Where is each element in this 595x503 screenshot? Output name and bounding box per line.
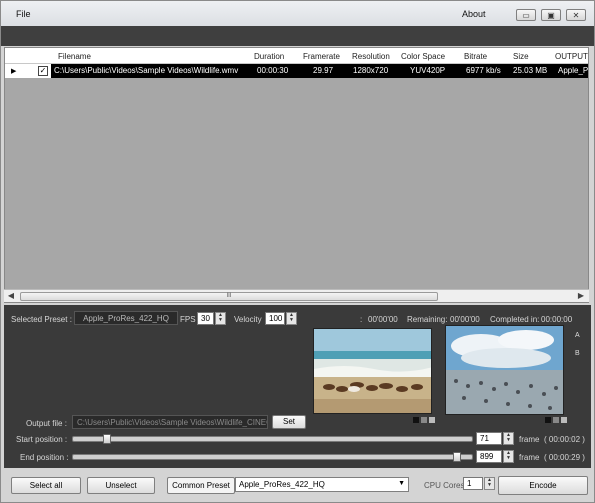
cpu-cores-spinner[interactable]: ▲ ▼	[484, 477, 495, 490]
completed-value: 00:00:00	[541, 315, 573, 324]
cell-size: 25.03 MB	[513, 66, 548, 75]
col-filename[interactable]: Filename	[58, 52, 91, 61]
start-slider-handle[interactable]	[103, 434, 112, 444]
start-position-label: Start position :	[16, 435, 68, 444]
remaining-label: Remaining:	[407, 315, 448, 324]
fps-label: FPS	[180, 315, 196, 324]
col-bitrate[interactable]: Bitrate	[464, 52, 487, 61]
preset-select[interactable]: Apple_ProRes_422_HQ ▼	[235, 477, 409, 492]
selected-preset-label: Selected Preset :	[11, 315, 72, 324]
end-frame-unit: frame	[519, 453, 540, 462]
cell-filename: C:\Users\Public\Videos\Sample Videos\Wil…	[54, 66, 239, 75]
row-selection: C:\Users\Public\Videos\Sample Videos\Wil…	[51, 64, 588, 78]
cell-framerate: 29.97	[313, 66, 334, 75]
common-preset-label: Common Preset	[167, 477, 235, 494]
chevron-down-icon: ▼	[398, 480, 405, 487]
preview-b-swatch-3	[561, 417, 567, 423]
preview-a-image	[313, 328, 432, 414]
row-checkbox[interactable]: ✓	[38, 66, 48, 76]
scroll-right-icon[interactable]: ▶	[575, 291, 587, 302]
fps-input[interactable]: 30	[197, 312, 214, 325]
cell-resolution: 1280x720	[353, 66, 389, 75]
col-resolution[interactable]: Resolution	[352, 52, 390, 61]
output-file-field[interactable]: C:\Users\Public\Videos\Sample Videos\Wil…	[72, 415, 268, 429]
end-slider-handle[interactable]	[453, 452, 462, 462]
unselect-button[interactable]: Unselect	[87, 477, 155, 494]
end-slider-track[interactable]	[72, 454, 473, 460]
end-time: ( 00:00:29 )	[544, 453, 585, 462]
preview-b-image	[445, 325, 564, 415]
horizontal-scrollbar[interactable]: ◀ III ▶	[4, 289, 589, 302]
preview-b-swatch-2	[553, 417, 559, 423]
scroll-thumb[interactable]: III	[20, 292, 438, 301]
row-pointer-icon: ▶	[11, 68, 17, 75]
scroll-left-icon[interactable]: ◀	[5, 291, 17, 302]
col-output[interactable]: OUTPUT	[555, 52, 588, 61]
time-separator: :	[360, 315, 363, 324]
minimize-button[interactable]: ▭	[516, 9, 536, 21]
title-bar: File About ▭ ▣ ✕	[1, 1, 594, 26]
velocity-label: Velocity	[234, 315, 262, 324]
footer-bar: Select all Unselect Common Preset Apple_…	[1, 470, 594, 502]
maximize-button[interactable]: ▣	[541, 9, 561, 21]
toolbar-strip	[1, 26, 594, 46]
end-frame-spinner[interactable]: ▲ ▼	[503, 450, 514, 463]
col-framerate[interactable]: Framerate	[303, 52, 340, 61]
end-frame-input[interactable]: 899	[476, 450, 502, 463]
col-duration[interactable]: Duration	[254, 52, 284, 61]
selected-preset-field: Apple_ProRes_422_HQ	[74, 311, 178, 325]
start-slider-track[interactable]	[72, 436, 473, 442]
menu-file[interactable]: File	[16, 9, 31, 19]
col-color-space[interactable]: Color Space	[401, 52, 445, 61]
cell-duration: 00:00:30	[257, 66, 289, 75]
encode-panel: Selected Preset : Apple_ProRes_422_HQ FP…	[4, 305, 591, 468]
close-button[interactable]: ✕	[566, 9, 586, 21]
preview-a-swatch-3	[429, 417, 435, 423]
preview-a-swatch-2	[421, 417, 427, 423]
set-output-button[interactable]: Set	[272, 415, 306, 429]
start-time: ( 00:00:02 )	[544, 435, 585, 444]
velocity-input[interactable]: 100	[265, 312, 285, 325]
preview-a-toggle[interactable]: A	[575, 332, 587, 342]
file-table: Filename Duration Framerate Resolution C…	[4, 47, 589, 303]
cell-bitrate: 6977 kb/s	[466, 66, 501, 75]
cell-color-space: YUV420P	[410, 66, 446, 75]
velocity-spinner[interactable]: ▲ ▼	[286, 312, 297, 325]
col-size[interactable]: Size	[513, 52, 529, 61]
preview-b-toggle[interactable]: B	[575, 350, 587, 360]
table-row[interactable]: ▶ ✓ C:\Users\Public\Videos\Sample Videos…	[5, 64, 588, 78]
preview-b-swatch-1	[545, 417, 551, 423]
start-frame-input[interactable]: 71	[476, 432, 502, 445]
encode-button[interactable]: Encode	[498, 476, 588, 495]
completed-label: Completed in:	[490, 315, 540, 324]
remaining-value: 00'00'00	[450, 315, 480, 324]
cpu-cores-input[interactable]: 1	[463, 477, 483, 490]
end-position-label: End position :	[20, 453, 69, 462]
menu-about[interactable]: About	[462, 9, 486, 19]
preset-select-value: Apple_ProRes_422_HQ	[239, 480, 325, 489]
app-window: File About ▭ ▣ ✕ Filename Duration Frame…	[0, 0, 595, 503]
preview-a-swatch-1	[413, 417, 419, 423]
start-frame-spinner[interactable]: ▲ ▼	[503, 432, 514, 445]
select-all-button[interactable]: Select all	[11, 477, 81, 494]
elapsed-time: 00'00'00	[368, 315, 398, 324]
fps-spinner[interactable]: ▲ ▼	[215, 312, 226, 325]
output-file-label: Output file :	[26, 419, 67, 428]
cpu-cores-label: CPU Cores	[424, 481, 465, 490]
cell-output: Apple_P...	[558, 66, 588, 75]
table-header: Filename Duration Framerate Resolution C…	[5, 48, 588, 64]
start-frame-unit: frame	[519, 435, 540, 444]
